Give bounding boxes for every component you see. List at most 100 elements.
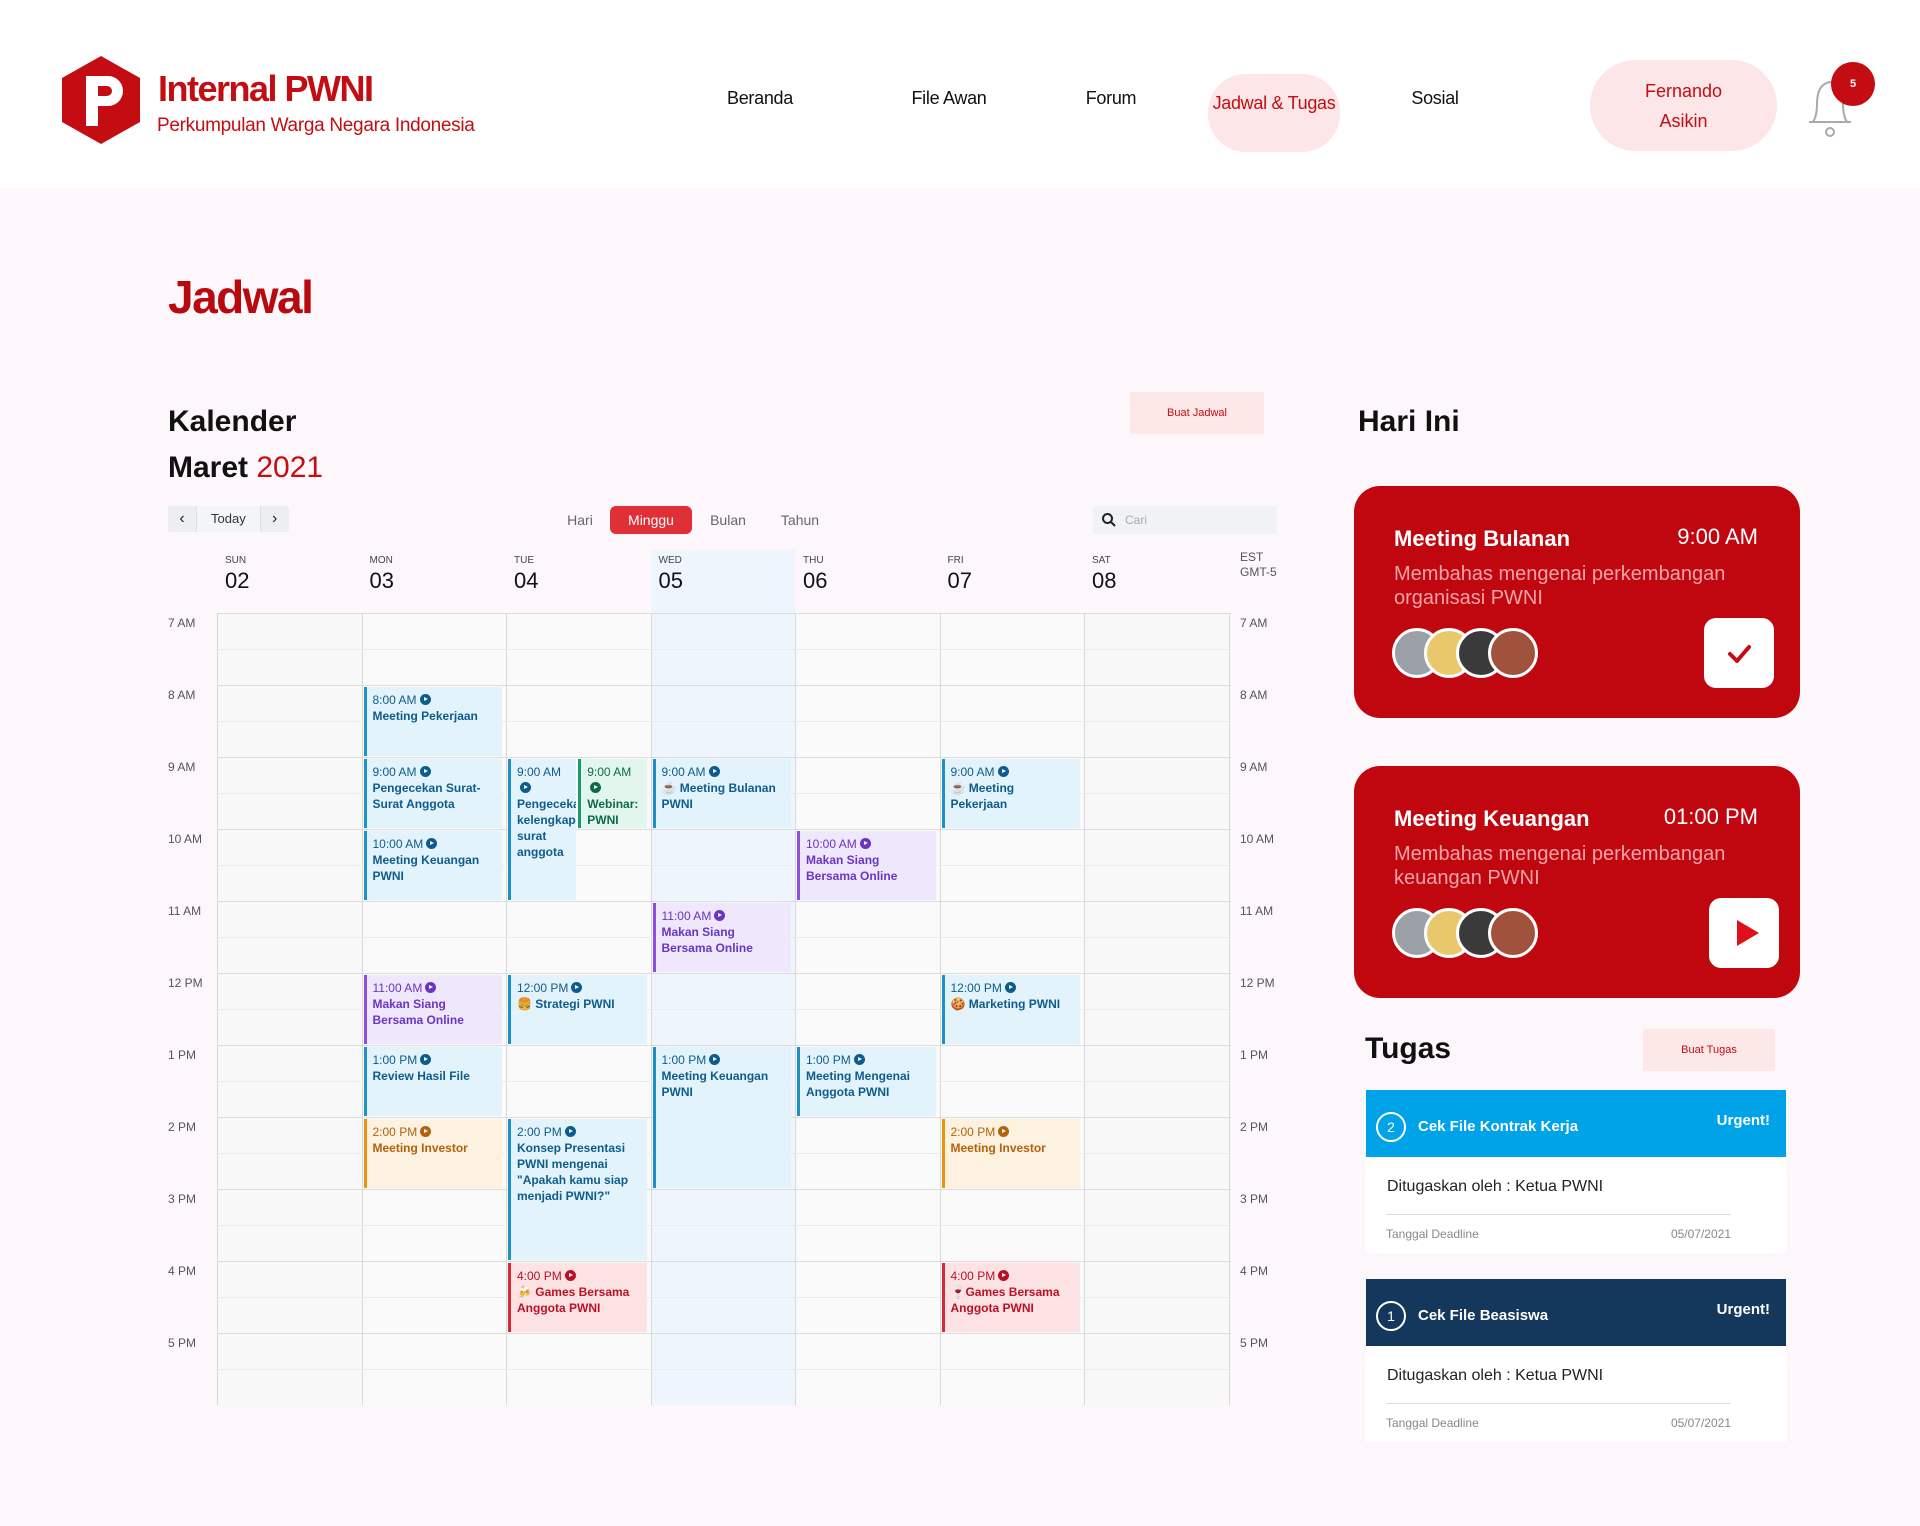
pwni-logo-icon[interactable] xyxy=(60,54,142,146)
event-time-text: 9:00 AM xyxy=(950,765,995,779)
today-button[interactable]: Today xyxy=(196,506,261,532)
event-time: 2:00 PM xyxy=(373,1124,497,1140)
view-bulan[interactable]: Bulan xyxy=(700,506,756,534)
event-title: Makan Siang Bersama Online xyxy=(806,853,898,883)
calendar-event[interactable]: 9:00 AM Pengecekan kelengkapan surat angg… xyxy=(508,759,577,900)
calendar-event[interactable]: 4:00 PM 🍷Games Bersama Anggota PWNI xyxy=(941,1263,1080,1332)
calendar-event[interactable]: 10:00 AM Makan Siang Bersama Online xyxy=(797,831,936,900)
play-button[interactable] xyxy=(1709,898,1779,968)
hour-gridline xyxy=(217,685,1231,686)
chevron-left-icon[interactable]: ‹ xyxy=(168,510,196,528)
hour-gridline xyxy=(217,613,1231,614)
search-icon xyxy=(1102,513,1116,527)
video-icon xyxy=(590,782,602,793)
calendar-event[interactable]: 1:00 PM Meeting Mengenai Anggota PWNI xyxy=(797,1047,936,1116)
video-icon xyxy=(714,910,726,921)
event-time: 12:00 PM xyxy=(517,980,641,996)
event-time-text: 12:00 PM xyxy=(950,981,1002,995)
event-time: 9:00 AM xyxy=(373,764,497,780)
event-time: 9:00 AM xyxy=(951,764,1075,780)
task-card-header: 2 Cek File Kontrak Kerja Urgent! xyxy=(1366,1090,1786,1157)
hour-gridline xyxy=(217,901,1231,902)
hour-label: 12 PM xyxy=(1240,976,1275,990)
event-time-text: 10:00 AM xyxy=(372,837,424,851)
timezone-label: EST GMT-5 xyxy=(1240,550,1277,580)
video-icon xyxy=(426,838,438,849)
hour-gridline xyxy=(217,1333,1231,1334)
check-button[interactable] xyxy=(1704,618,1774,688)
event-title: Meeting Keuangan PWNI xyxy=(661,1069,769,1099)
event-time-text: 10:00 AM xyxy=(806,837,857,851)
notification-badge: 5 xyxy=(1831,62,1875,106)
video-icon xyxy=(419,766,431,777)
video-icon xyxy=(998,1270,1010,1281)
meeting-card[interactable]: Meeting Bulanan 9:00 AM Membahas mengena… xyxy=(1354,486,1800,718)
user-profile-button[interactable]: Fernando Asikin xyxy=(1590,60,1777,151)
search-input[interactable]: Cari xyxy=(1093,506,1277,534)
day-header[interactable]: SAT 08 xyxy=(1084,550,1229,613)
task-card[interactable]: 1 Cek File Beasiswa Urgent! Ditugaskan o… xyxy=(1366,1279,1786,1442)
task-card[interactable]: 2 Cek File Kontrak Kerja Urgent! Ditugas… xyxy=(1366,1090,1786,1253)
calendar-event[interactable]: 12:00 PM 🍔 Strategi PWNI xyxy=(508,975,647,1044)
event-time-text: 9:00 AM xyxy=(372,765,417,779)
nav-sosial[interactable]: Sosial xyxy=(1385,88,1485,109)
view-hari[interactable]: Hari xyxy=(556,506,604,534)
chevron-right-icon[interactable]: › xyxy=(261,510,289,528)
task-number: 1 xyxy=(1376,1301,1406,1331)
event-time-text: 9:00 AM xyxy=(517,765,562,779)
video-icon xyxy=(420,1054,432,1065)
day-of-week: SUN xyxy=(225,555,247,566)
day-number: 04 xyxy=(514,568,539,593)
event-time-text: 2:00 PM xyxy=(950,1125,996,1139)
calendar-event[interactable]: 11:00 AM Makan Siang Bersama Online xyxy=(363,975,502,1044)
week-calendar: SUN 02 MON 03 TUE 04 WED 05 THU 06 FRI 07 SAT 08 EST GM… xyxy=(168,550,1278,1410)
hour-label: 2 PM xyxy=(168,1120,197,1134)
calendar-event[interactable]: 4:00 PM 🍻 Games Bersama Anggota PWNI xyxy=(508,1263,647,1332)
event-title: Meeting Mengenai Anggota PWNI xyxy=(806,1069,911,1099)
event-time: 8:00 AM xyxy=(373,692,497,708)
task-card-header: 1 Cek File Beasiswa Urgent! xyxy=(1366,1279,1786,1346)
event-title: 🍪 Marketing PWNI xyxy=(950,997,1061,1011)
calendar-event[interactable]: 12:00 PM 🍪 Marketing PWNI xyxy=(941,975,1080,1044)
deadline-date: 05/07/2021 xyxy=(1670,1227,1731,1241)
nav-forum[interactable]: Forum xyxy=(1061,88,1161,109)
day-header[interactable]: THU 06 xyxy=(795,550,940,613)
day-header[interactable]: WED 05 xyxy=(650,550,795,613)
view-tahun[interactable]: Tahun xyxy=(772,506,828,534)
user-first-name: Fernando xyxy=(1644,81,1723,101)
nav-beranda[interactable]: Beranda xyxy=(710,88,810,109)
hour-label: 8 AM xyxy=(168,688,196,702)
nav-file-awan[interactable]: File Awan xyxy=(899,88,999,109)
urgent-badge: Urgent! xyxy=(1716,1112,1770,1129)
meeting-card[interactable]: Meeting Keuangan 01:00 PM Membahas menge… xyxy=(1354,766,1800,998)
hour-label: 1 PM xyxy=(1240,1048,1269,1062)
event-time: 4:00 PM xyxy=(517,1268,641,1284)
calendar-event[interactable]: 2:00 PM Konsep Presentasi PWNI mengenai "… xyxy=(508,1119,647,1260)
create-schedule-button[interactable]: Buat Jadwal xyxy=(1130,392,1264,434)
calendar-event[interactable]: 10:00 AM Meeting Keuangan PWNI xyxy=(363,831,502,900)
event-title: Makan Siang Bersama Online xyxy=(372,997,464,1027)
video-icon xyxy=(571,982,583,993)
calendar-event[interactable]: 9:00 AM ☕ Meeting Pekerjaan xyxy=(941,759,1080,828)
calendar-event[interactable]: 1:00 PM Meeting Keuangan PWNI xyxy=(652,1047,791,1188)
event-title: Makan Siang Bersama Online xyxy=(661,925,753,955)
calendar-event[interactable]: 9:00 AM Pengecekan Surat-Surat Anggota xyxy=(363,759,502,828)
calendar-event[interactable]: 8:00 AM Meeting Pekerjaan xyxy=(363,687,502,756)
calendar-event[interactable]: 9:00 AM ☕ Meeting Bulanan PWNI xyxy=(652,759,791,828)
day-header[interactable]: MON 03 xyxy=(362,550,507,613)
day-header[interactable]: FRI 07 xyxy=(940,550,1085,613)
calendar-event[interactable]: 2:00 PM Meeting Investor xyxy=(941,1119,1080,1188)
nav-jadwal-tugas[interactable]: Jadwal & Tugas xyxy=(1208,74,1340,152)
day-number: 03 xyxy=(369,568,394,593)
calendar-event[interactable]: 9:00 AM Webinar: PWNI xyxy=(578,759,647,828)
day-header[interactable]: SUN 02 xyxy=(217,550,362,613)
calendar-event[interactable]: 2:00 PM Meeting Investor xyxy=(363,1119,502,1188)
calendar-event[interactable]: 1:00 PM Review Hasil File xyxy=(363,1047,502,1116)
create-task-button[interactable]: Buat Tugas xyxy=(1643,1029,1775,1071)
calendar-event[interactable]: 11:00 AM Makan Siang Bersama Online xyxy=(652,903,791,972)
month-label: Maret xyxy=(168,451,249,484)
event-time: 2:00 PM xyxy=(517,1124,641,1140)
event-title: Pengecekan Surat-Surat Anggota xyxy=(372,781,481,811)
view-minggu[interactable]: Minggu xyxy=(610,506,692,534)
day-header[interactable]: TUE 04 xyxy=(506,550,651,613)
